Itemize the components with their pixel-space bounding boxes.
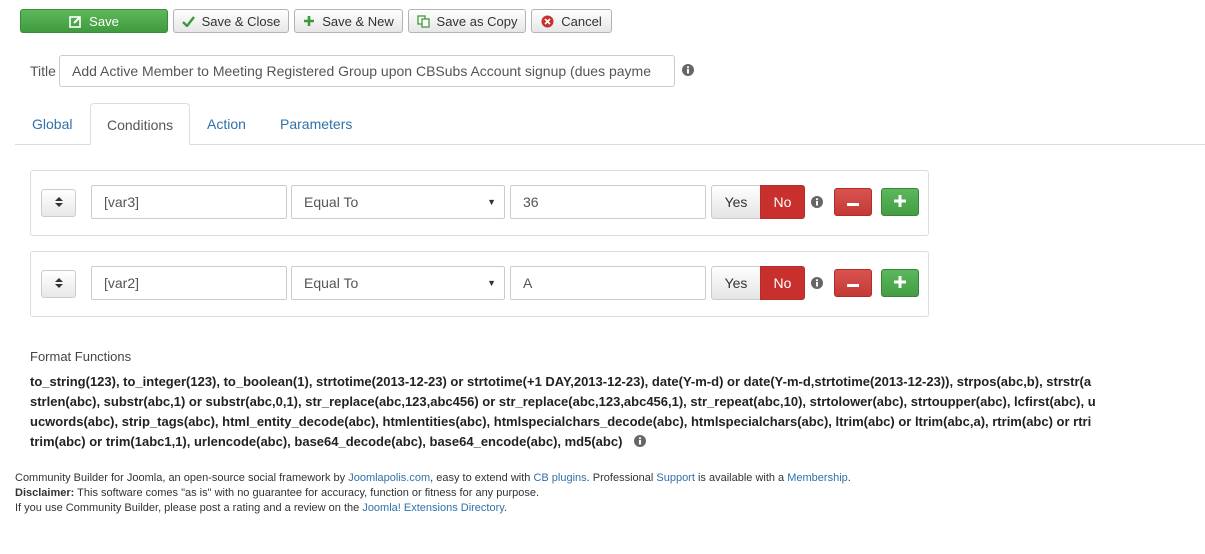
format-functions-line: to_string(123), to_integer(123), to_bool… [30, 374, 1092, 389]
tab-global[interactable]: Global [16, 103, 88, 145]
yes-toggle[interactable]: Yes [711, 266, 761, 300]
info-icon[interactable] [634, 433, 647, 452]
tab-conditions[interactable]: Conditions [90, 103, 191, 145]
no-toggle[interactable]: No [760, 185, 805, 219]
add-condition-button[interactable] [881, 269, 919, 297]
format-functions-label: Format Functions [30, 349, 132, 364]
condition-row: [var2] Equal To ▼ A Yes No [30, 251, 929, 317]
format-functions-line: ucwords(abc), strip_tags(abc), html_enti… [30, 414, 1092, 429]
joomlapolis-link[interactable]: Joomlapolis.com [348, 472, 430, 484]
caret-down-icon: ▼ [487, 197, 496, 207]
plus-icon [894, 194, 906, 210]
condition-value-input[interactable]: 36 [510, 185, 706, 219]
support-link[interactable]: Support [656, 472, 695, 484]
title-label: Title [30, 63, 56, 79]
info-icon[interactable] [682, 64, 694, 76]
save-copy-button[interactable]: Save as Copy [408, 9, 526, 33]
save-close-button[interactable]: Save & Close [173, 9, 289, 33]
title-input[interactable]: Add Active Member to Meeting Registered … [59, 55, 675, 87]
sort-handle[interactable] [41, 189, 76, 217]
condition-operator-select[interactable]: Equal To ▼ [291, 185, 505, 219]
yes-toggle[interactable]: Yes [711, 185, 761, 219]
save-close-label: Save & Close [201, 13, 281, 29]
add-condition-button[interactable] [881, 188, 919, 216]
plus-icon [894, 275, 906, 291]
footer-text: . Professional [586, 472, 657, 484]
no-toggle[interactable]: No [760, 266, 805, 300]
cancel-label: Cancel [561, 13, 602, 29]
footer-text: If you use Community Builder, please pos… [15, 502, 363, 514]
remove-condition-button[interactable] [834, 188, 872, 216]
tab-parameters[interactable]: Parameters [264, 103, 368, 145]
check-icon [181, 15, 195, 27]
cancel-circle-icon [541, 15, 554, 28]
sort-handle[interactable] [41, 270, 76, 298]
save-new-label: Save & New [322, 13, 394, 29]
cancel-button[interactable]: Cancel [531, 9, 612, 33]
format-functions-list: to_string(123), to_integer(123), to_bool… [30, 372, 1205, 452]
footer: Community Builder for Joomla, an open-so… [15, 471, 851, 516]
info-icon[interactable] [811, 277, 823, 289]
save-button[interactable]: Save [20, 9, 168, 33]
operator-value: Equal To [304, 194, 359, 210]
info-icon[interactable] [811, 196, 823, 208]
sort-icon [54, 196, 64, 211]
footer-text: . [503, 502, 507, 514]
condition-field-input[interactable]: [var3] [91, 185, 287, 219]
disclaimer-text: This software comes "as is" with no guar… [74, 487, 540, 499]
toolbar: Save Save & Close Save & New Save as Cop… [0, 0, 1205, 40]
sort-icon [54, 277, 64, 292]
footer-line-3: If you use Community Builder, please pos… [15, 501, 851, 516]
jed-link[interactable]: Joomla! Extensions Directory [362, 502, 504, 514]
format-functions-line-text: trim(abc) or trim(1abc1,1), urlencode(ab… [30, 434, 623, 449]
edit-icon [69, 15, 82, 28]
footer-text: Community Builder for Joomla, an open-so… [15, 472, 349, 484]
tab-action[interactable]: Action [191, 103, 262, 145]
save-label: Save [89, 13, 119, 29]
save-copy-label: Save as Copy [436, 13, 518, 29]
condition-row: [var3] Equal To ▼ 36 Yes No [30, 170, 929, 236]
plus-icon [303, 15, 315, 27]
membership-link[interactable]: Membership [787, 472, 848, 484]
minus-icon [847, 195, 859, 210]
disclaimer-label: Disclaimer: [15, 487, 75, 499]
save-new-button[interactable]: Save & New [294, 9, 403, 33]
footer-text: is available with a [694, 472, 788, 484]
format-functions-line: trim(abc) or trim(1abc1,1), urlencode(ab… [30, 432, 1205, 452]
condition-value-input[interactable]: A [510, 266, 706, 300]
condition-field-input[interactable]: [var2] [91, 266, 287, 300]
remove-condition-button[interactable] [834, 269, 872, 297]
operator-value: Equal To [304, 275, 359, 291]
condition-operator-select[interactable]: Equal To ▼ [291, 266, 505, 300]
footer-text: , easy to extend with [430, 472, 534, 484]
footer-line-1: Community Builder for Joomla, an open-so… [15, 471, 851, 486]
footer-line-2: Disclaimer: This software comes "as is" … [15, 486, 851, 501]
minus-icon [847, 276, 859, 291]
footer-text: . [847, 472, 851, 484]
caret-down-icon: ▼ [487, 278, 496, 288]
cb-plugins-link[interactable]: CB plugins [533, 472, 586, 484]
copy-icon [416, 14, 430, 28]
format-functions-line: strlen(abc), substr(abc,1) or substr(abc… [30, 394, 1096, 409]
